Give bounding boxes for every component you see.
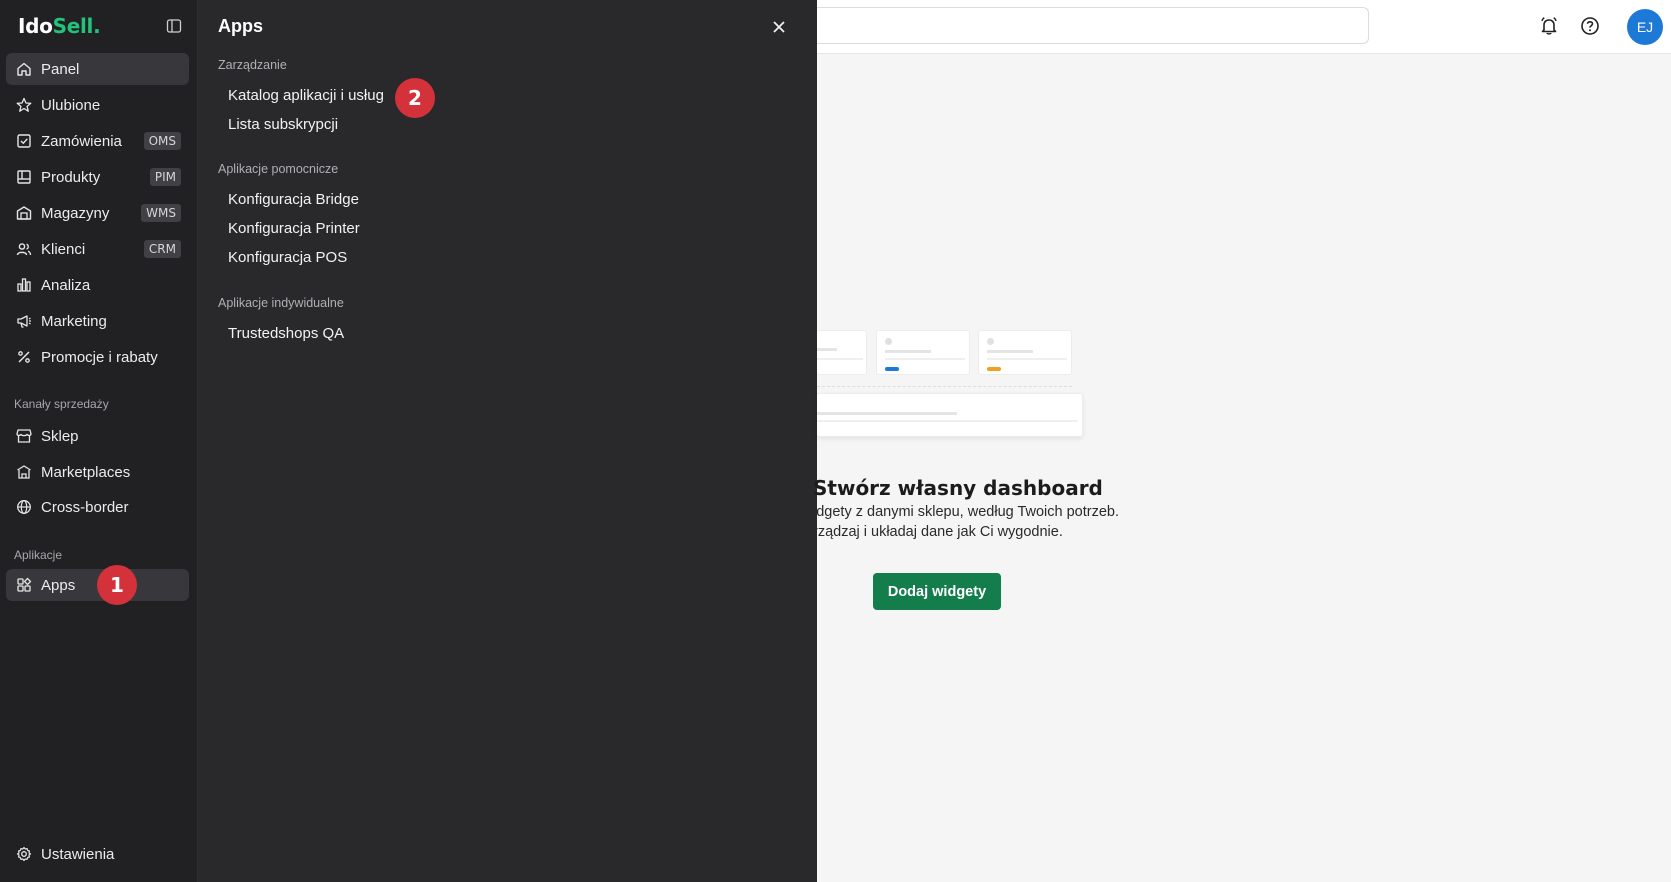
sidebar-item-sklep[interactable]: Sklep: [6, 420, 189, 452]
apps-grid-icon: [15, 576, 33, 594]
widget-card-illustration: [817, 330, 867, 375]
group-title-individual-apps: Aplikacje indywidualne: [218, 296, 344, 310]
dashboard-illustration: [817, 330, 1097, 450]
user-avatar[interactable]: EJ: [1627, 9, 1663, 45]
sidebar-item-settings[interactable]: Ustawienia: [6, 838, 189, 870]
megaphone-icon: [15, 312, 33, 330]
sidebar-item-label: Klienci: [41, 240, 86, 258]
sidebar-item-marketplaces[interactable]: Marketplaces: [6, 456, 189, 488]
sidebar-item-cross-border[interactable]: Cross-border: [6, 491, 189, 523]
link-config-printer[interactable]: Konfiguracja Printer: [228, 220, 360, 237]
globe-icon: [15, 498, 33, 516]
sidebar-item-marketing[interactable]: Marketing: [6, 305, 189, 337]
oms-badge: OMS: [143, 132, 181, 150]
store-icon: [15, 427, 33, 445]
order-icon: [15, 132, 33, 150]
step-marker-1: 1: [97, 565, 137, 605]
widget-card-illustration: [817, 393, 1083, 437]
chart-icon: [15, 276, 33, 294]
help-icon[interactable]: [1578, 14, 1602, 38]
notification-bell-icon[interactable]: [1537, 14, 1561, 38]
sidebar-item-klienci[interactable]: Klienci CRM: [6, 233, 189, 265]
sidebar-item-promocje[interactable]: Promocje i rabaty: [6, 341, 189, 373]
search-input[interactable]: [817, 7, 1369, 44]
sidebar-item-zamowienia[interactable]: Zamówienia OMS: [6, 125, 189, 157]
apps-panel-title: Apps: [218, 16, 263, 36]
link-app-catalog[interactable]: Katalog aplikacji i usług: [228, 87, 384, 104]
section-title-applications: Aplikacje: [14, 548, 63, 562]
empty-state-description-line1: idgety z danymi sklepu, według Twoich po…: [813, 504, 1120, 520]
dashed-divider: [817, 386, 1072, 387]
home-icon: [15, 60, 33, 78]
link-subscriptions[interactable]: Lista subskrypcji: [228, 116, 338, 133]
pim-badge: PIM: [149, 168, 181, 186]
empty-state-title: Stwórz własny dashboard: [813, 476, 1103, 500]
sidebar-item-label: Marketplaces: [41, 463, 131, 481]
sidebar-item-label: Zamówienia: [41, 132, 122, 150]
sidebar-item-label: Ustawienia: [41, 845, 115, 863]
wms-badge: WMS: [141, 204, 181, 222]
group-title-helper-apps: Aplikacje pomocnicze: [218, 162, 339, 176]
add-widgets-button[interactable]: Dodaj widgety: [873, 573, 1001, 610]
sidebar-item-label: Marketing: [41, 312, 107, 330]
product-icon: [15, 168, 33, 186]
step-marker-2: 2: [395, 78, 435, 118]
percent-icon: [15, 348, 33, 366]
logo-row: IdoSell.: [0, 0, 197, 52]
sidebar-item-label: Analiza: [41, 276, 91, 294]
users-icon: [15, 240, 33, 258]
idosell-logo[interactable]: IdoSell.: [18, 14, 101, 38]
star-icon: [15, 96, 33, 114]
sidebar-item-label: Cross-border: [41, 498, 129, 516]
marketplace-icon: [15, 463, 33, 481]
sidebar-item-magazyny[interactable]: Magazyny WMS: [6, 197, 189, 229]
sidebar-item-label: Panel: [41, 60, 80, 78]
sidebar-collapse-icon[interactable]: [165, 17, 183, 35]
group-title-management: Zarządzanie: [218, 58, 287, 72]
sidebar-item-panel[interactable]: Panel: [6, 53, 189, 85]
close-icon[interactable]: [768, 16, 790, 38]
sidebar: IdoSell. Panel Ulubione Zamówienia OMS P…: [0, 0, 198, 882]
sidebar-item-label: Promocje i rabaty: [41, 348, 158, 366]
sidebar-item-produkty[interactable]: Produkty PIM: [6, 161, 189, 193]
empty-state-description-line2: rządzaj i układaj dane jak Ci wygodnie.: [813, 524, 1063, 540]
crm-badge: CRM: [143, 240, 181, 258]
top-bar: EJ: [817, 0, 1671, 54]
sidebar-item-label: Sklep: [41, 427, 79, 445]
sidebar-item-label: Ulubione: [41, 96, 101, 114]
gear-icon: [15, 845, 33, 863]
link-config-bridge[interactable]: Konfiguracja Bridge: [228, 191, 359, 208]
warehouse-icon: [15, 204, 33, 222]
sidebar-item-ulubione[interactable]: Ulubione: [6, 89, 189, 121]
section-title-sales-channels: Kanały sprzedaży: [14, 397, 109, 411]
sidebar-item-analiza[interactable]: Analiza: [6, 269, 189, 301]
sidebar-item-label: Produkty: [41, 168, 101, 186]
widget-card-illustration: [876, 330, 970, 375]
widget-card-illustration: [978, 330, 1072, 375]
link-trustedshops[interactable]: Trustedshops QA: [228, 325, 344, 342]
sidebar-item-label: Magazyny: [41, 204, 110, 222]
apps-panel: Apps Zarządzanie Katalog aplikacji i usł…: [198, 0, 817, 882]
link-config-pos[interactable]: Konfiguracja POS: [228, 249, 347, 266]
